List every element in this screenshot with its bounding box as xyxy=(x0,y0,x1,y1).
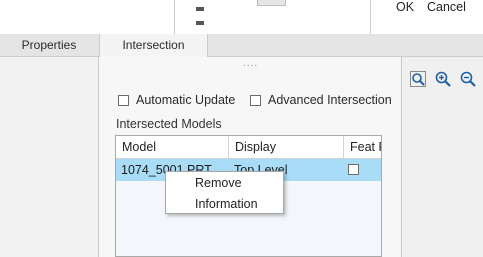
advanced-intersection-label: Advanced Intersection xyxy=(268,93,392,107)
panel-resize-grip[interactable]: .... xyxy=(243,58,258,69)
column-header-model[interactable]: Model xyxy=(116,136,229,158)
background-area xyxy=(0,57,98,257)
table-header: Model Display Feat P xyxy=(116,136,381,159)
zoom-fit-icon[interactable] xyxy=(409,70,427,88)
tab-properties[interactable]: Properties xyxy=(0,34,98,56)
intersected-models-label: Intersected Models xyxy=(116,117,222,131)
menu-item-information[interactable]: Information xyxy=(166,194,283,214)
toolbar-divider xyxy=(174,0,175,34)
ok-button[interactable]: OK xyxy=(396,0,414,14)
column-header-feat[interactable]: Feat P xyxy=(344,136,381,158)
menu-item-remove[interactable]: Remove xyxy=(166,173,283,193)
tab-intersection[interactable]: Intersection xyxy=(99,34,208,57)
cancel-button[interactable]: Cancel xyxy=(427,0,466,14)
toolbar-divider xyxy=(370,0,371,34)
zoom-out-icon[interactable] xyxy=(459,70,477,88)
toolbar-button[interactable] xyxy=(257,0,286,6)
toolbar-icon[interactable] xyxy=(196,0,218,25)
automatic-update-checkbox[interactable] xyxy=(118,95,129,106)
context-menu: Remove Information xyxy=(165,171,284,214)
zoom-in-icon[interactable] xyxy=(434,70,452,88)
feat-checkbox[interactable] xyxy=(348,164,359,175)
column-header-display[interactable]: Display xyxy=(229,136,344,158)
automatic-update-label: Automatic Update xyxy=(136,93,236,107)
advanced-intersection-checkbox[interactable] xyxy=(250,95,261,106)
